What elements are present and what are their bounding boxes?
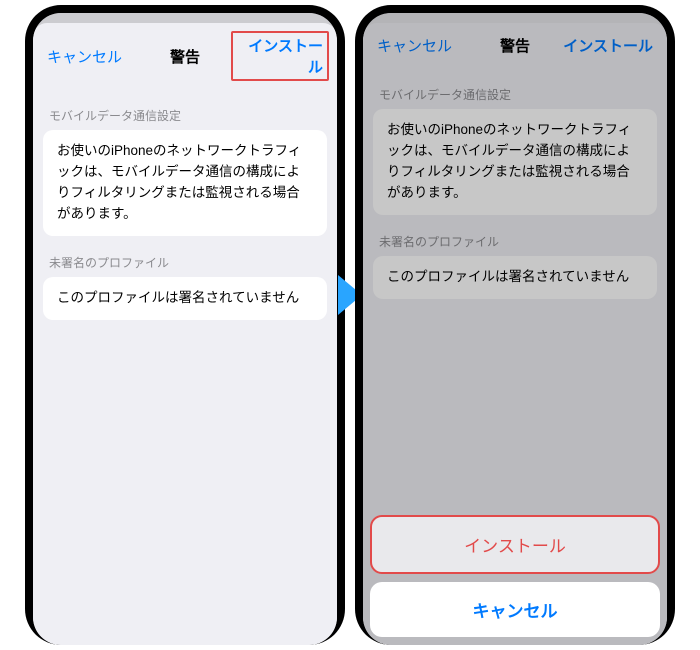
- section-label-mobile-data: モバイルデータ通信設定: [363, 68, 667, 109]
- sheet-install-button[interactable]: インストール: [370, 515, 660, 574]
- phone-left: キャンセル 警告 インストール モバイルデータ通信設定 お使いのiPhoneのネ…: [25, 5, 345, 645]
- section-label-mobile-data: モバイルデータ通信設定: [33, 89, 337, 130]
- section-label-unsigned: 未署名のプロファイル: [363, 215, 667, 256]
- screen-right: キャンセル 警告 インストール モバイルデータ通信設定 お使いのiPhoneのネ…: [363, 13, 667, 645]
- unsigned-profile-cell: このプロファイルは署名されていません: [43, 277, 327, 320]
- unsigned-profile-cell: このプロファイルは署名されていません: [373, 256, 657, 299]
- modal-title: 警告: [469, 35, 561, 56]
- phone-right: キャンセル 警告 インストール モバイルデータ通信設定 お使いのiPhoneのネ…: [355, 5, 675, 645]
- cancel-button[interactable]: キャンセル: [47, 46, 139, 67]
- sheet-cancel-button[interactable]: キャンセル: [370, 582, 660, 637]
- warning-modal-left: キャンセル 警告 インストール モバイルデータ通信設定 お使いのiPhoneのネ…: [33, 23, 337, 645]
- screen-left: キャンセル 警告 インストール モバイルデータ通信設定 お使いのiPhoneのネ…: [33, 13, 337, 645]
- section-label-unsigned: 未署名のプロファイル: [33, 236, 337, 277]
- cancel-button[interactable]: キャンセル: [377, 35, 469, 56]
- install-button[interactable]: インストール: [231, 35, 323, 77]
- install-button[interactable]: インストール: [561, 35, 653, 56]
- install-highlight-box: インストール: [231, 31, 329, 81]
- mobile-data-warning-cell: お使いのiPhoneのネットワークトラフィックは、モバイルデータ通信の構成により…: [43, 130, 327, 236]
- modal-header: キャンセル 警告 インストール: [363, 23, 667, 68]
- mobile-data-warning-cell: お使いのiPhoneのネットワークトラフィックは、モバイルデータ通信の構成により…: [373, 109, 657, 215]
- action-sheet: インストール キャンセル: [370, 515, 660, 637]
- modal-header: キャンセル 警告 インストール: [33, 23, 337, 89]
- modal-title: 警告: [139, 46, 231, 67]
